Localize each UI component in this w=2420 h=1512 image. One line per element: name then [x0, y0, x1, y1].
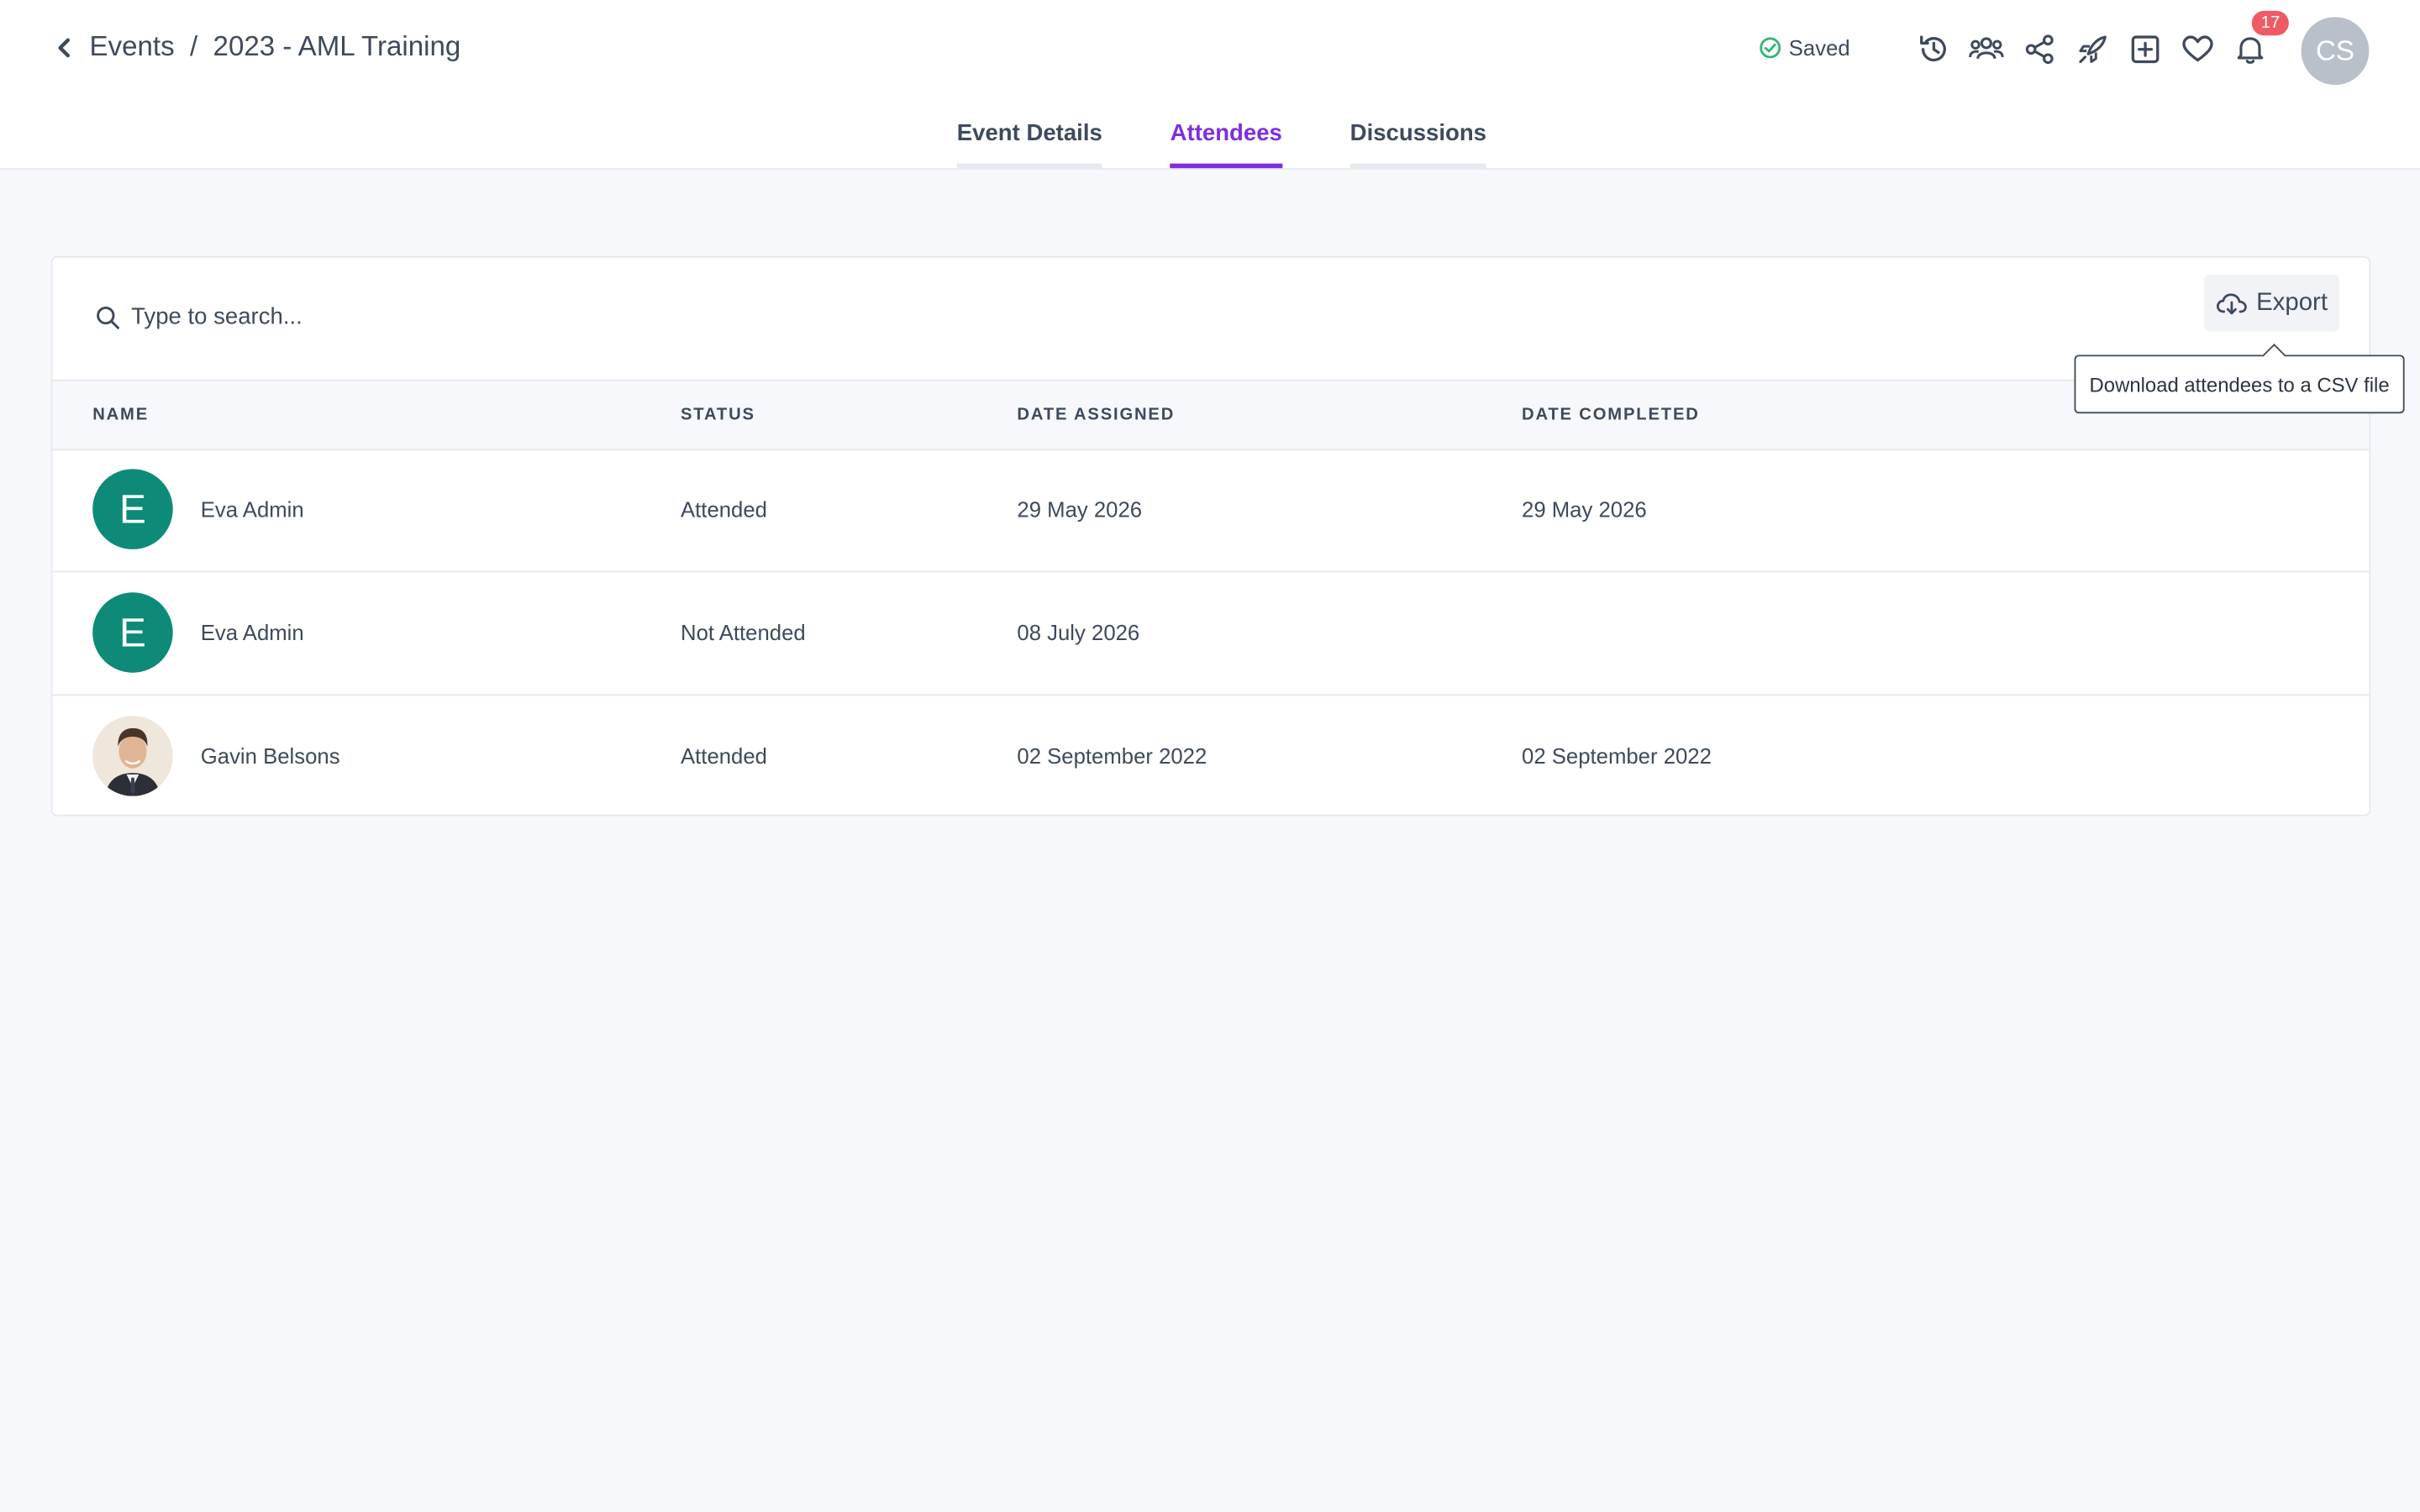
- heart-icon[interactable]: [2181, 33, 2214, 66]
- notification-badge: 17: [2251, 10, 2290, 36]
- attendee-status: Not Attended: [680, 620, 806, 645]
- user-avatar[interactable]: CS: [2301, 17, 2370, 86]
- plus-square-icon[interactable]: [2128, 33, 2162, 66]
- column-header-date-assigned[interactable]: DATE ASSIGNED: [1017, 406, 1175, 424]
- breadcrumb-separator: /: [189, 30, 198, 62]
- check-circle-icon: [1760, 37, 1781, 59]
- export-label: Export: [2256, 289, 2328, 316]
- chevron-left-icon[interactable]: [55, 36, 74, 58]
- attendee-status: Attended: [680, 743, 767, 769]
- bell-icon[interactable]: [2233, 33, 2267, 66]
- table-row[interactable]: E Eva Admin Attended 29 May 2026 29 May …: [52, 449, 2370, 573]
- breadcrumb: Events / 2023 - AML Training: [55, 31, 460, 64]
- share-icon[interactable]: [2023, 33, 2057, 66]
- attendee-name: Eva Admin: [200, 496, 304, 522]
- attendee-name: Gavin Belsons: [200, 743, 340, 769]
- date-assigned: 29 May 2026: [1017, 496, 1143, 522]
- table-header: NAME STATUS DATE ASSIGNED DATE COMPLETED: [52, 379, 2370, 451]
- attendee-name: Eva Admin: [200, 620, 304, 645]
- search-icon: [97, 306, 119, 328]
- column-header-status[interactable]: STATUS: [681, 406, 755, 424]
- attendee-status: Attended: [680, 496, 767, 522]
- saved-status: Saved: [1760, 35, 1850, 60]
- breadcrumb-current: 2023 - AML Training: [213, 30, 461, 62]
- breadcrumb-events-link[interactable]: Events: [90, 31, 175, 64]
- table-row[interactable]: Gavin Belsons Attended 02 September 2022…: [52, 696, 2369, 817]
- column-header-date-completed[interactable]: DATE COMPLETED: [1522, 406, 1700, 424]
- history-icon[interactable]: [1915, 33, 1949, 66]
- users-icon[interactable]: [1968, 33, 2005, 66]
- tab-event-details[interactable]: Event Details: [956, 114, 1102, 169]
- date-completed: 29 May 2026: [1522, 496, 1647, 522]
- date-completed: 02 September 2022: [1522, 743, 1712, 769]
- column-header-name[interactable]: NAME: [92, 406, 149, 424]
- tab-discussions[interactable]: Discussions: [1349, 114, 1487, 169]
- user-photo-icon: [92, 716, 173, 796]
- attendees-page: Events / 2023 - AML Training Saved 17 CS…: [0, 0, 2420, 1512]
- date-assigned: 02 September 2022: [1017, 743, 1207, 769]
- top-bar: Events / 2023 - AML Training Saved 17 CS…: [0, 0, 2420, 171]
- avatar: [92, 716, 173, 796]
- cloud-download-icon: [2216, 292, 2247, 314]
- avatar: E: [92, 592, 173, 673]
- tab-attendees[interactable]: Attendees: [1170, 114, 1282, 169]
- date-assigned: 08 July 2026: [1017, 620, 1140, 645]
- export-button[interactable]: Export: [2203, 274, 2340, 332]
- saved-label: Saved: [1788, 35, 1850, 60]
- search-bar[interactable]: Type to search...: [96, 304, 302, 330]
- rocket-icon[interactable]: [2075, 33, 2109, 66]
- export-tooltip: Download attendees to a CSV file: [2074, 354, 2405, 414]
- tab-bar: Event Details Attendees Discussions: [956, 114, 1555, 169]
- attendees-card: Type to search... Export Download attend…: [50, 255, 2405, 817]
- avatar: E: [92, 469, 173, 549]
- search-input[interactable]: Type to search...: [131, 304, 302, 330]
- table-row[interactable]: E Eva Admin Not Attended 08 July 2026: [52, 572, 2370, 696]
